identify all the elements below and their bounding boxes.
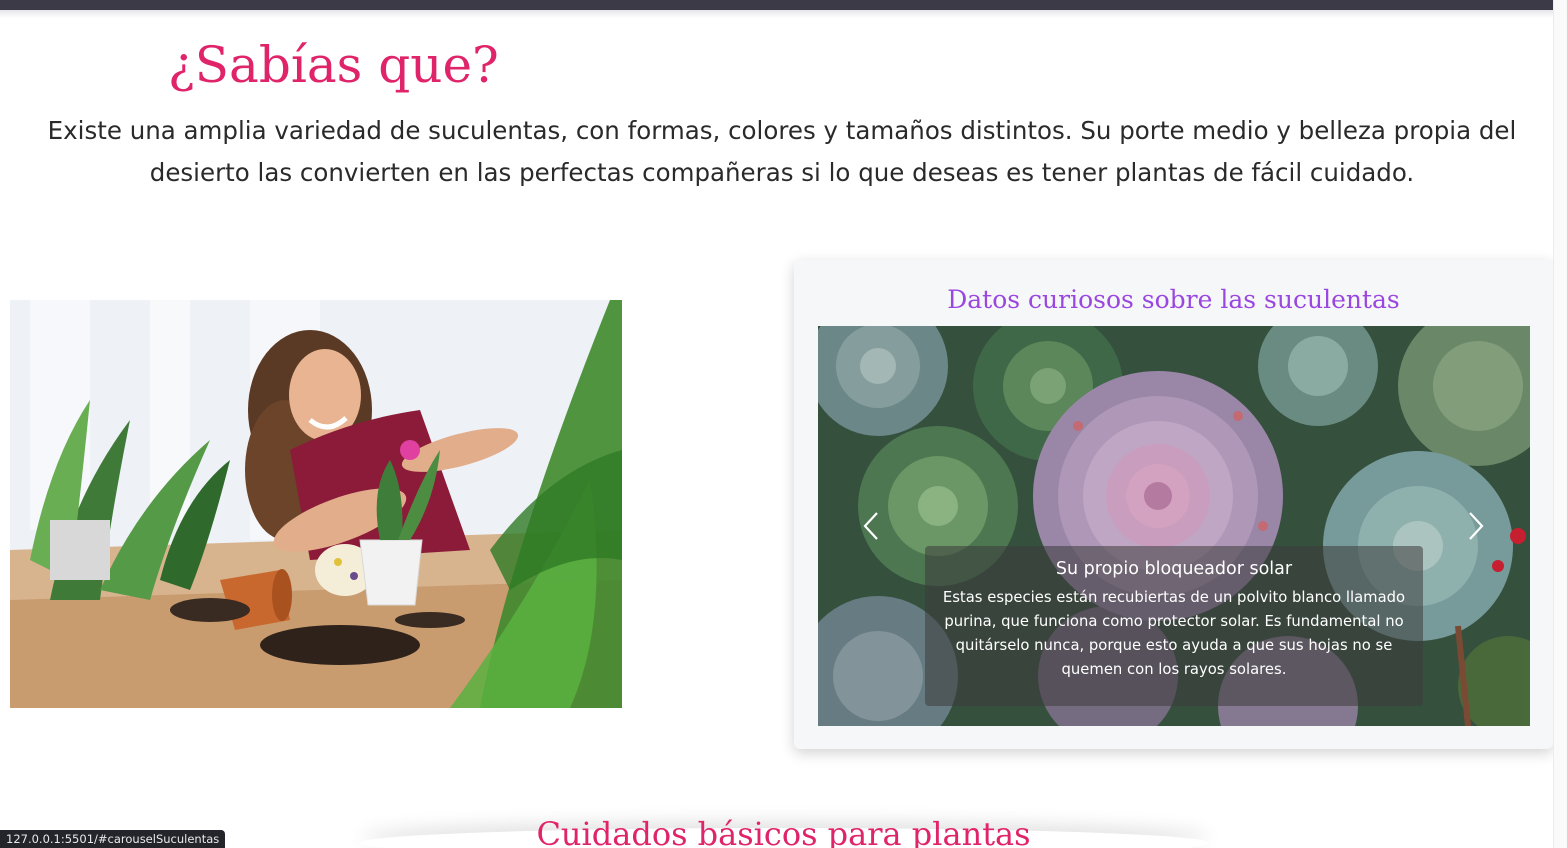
woman-potting-plants-photo xyxy=(10,300,622,708)
succulents-carousel[interactable]: Su propio bloqueador solar Estas especie… xyxy=(818,326,1530,726)
section-title: ¿Sabías que? xyxy=(168,36,499,94)
next-section-title: Cuidados básicos para plantas xyxy=(536,815,1031,848)
navbar-shadow xyxy=(0,10,1553,18)
page-scrollbar[interactable] xyxy=(1553,0,1567,848)
carousel-prev-button[interactable] xyxy=(851,501,891,551)
chevron-right-icon xyxy=(1469,512,1484,540)
chevron-left-icon xyxy=(863,512,878,540)
intro-paragraph: Existe una amplia variedad de suculentas… xyxy=(47,116,1517,187)
carousel-next-button[interactable] xyxy=(1456,501,1496,551)
facts-card: Datos curiosos sobre las suculentas Su p… xyxy=(794,260,1553,749)
slide-text: Estas especies están recubiertas de un p… xyxy=(942,589,1406,678)
status-bar-url: 127.0.0.1:5501/#carouselSuculentas xyxy=(0,830,226,848)
carousel-caption: Su propio bloqueador solar Estas especie… xyxy=(925,546,1423,706)
facts-card-title: Datos curiosos sobre las suculentas xyxy=(947,285,1400,314)
top-navbar-edge xyxy=(0,0,1553,10)
slide-heading: Su propio bloqueador solar xyxy=(1055,559,1293,579)
photo-illustration xyxy=(10,300,622,708)
